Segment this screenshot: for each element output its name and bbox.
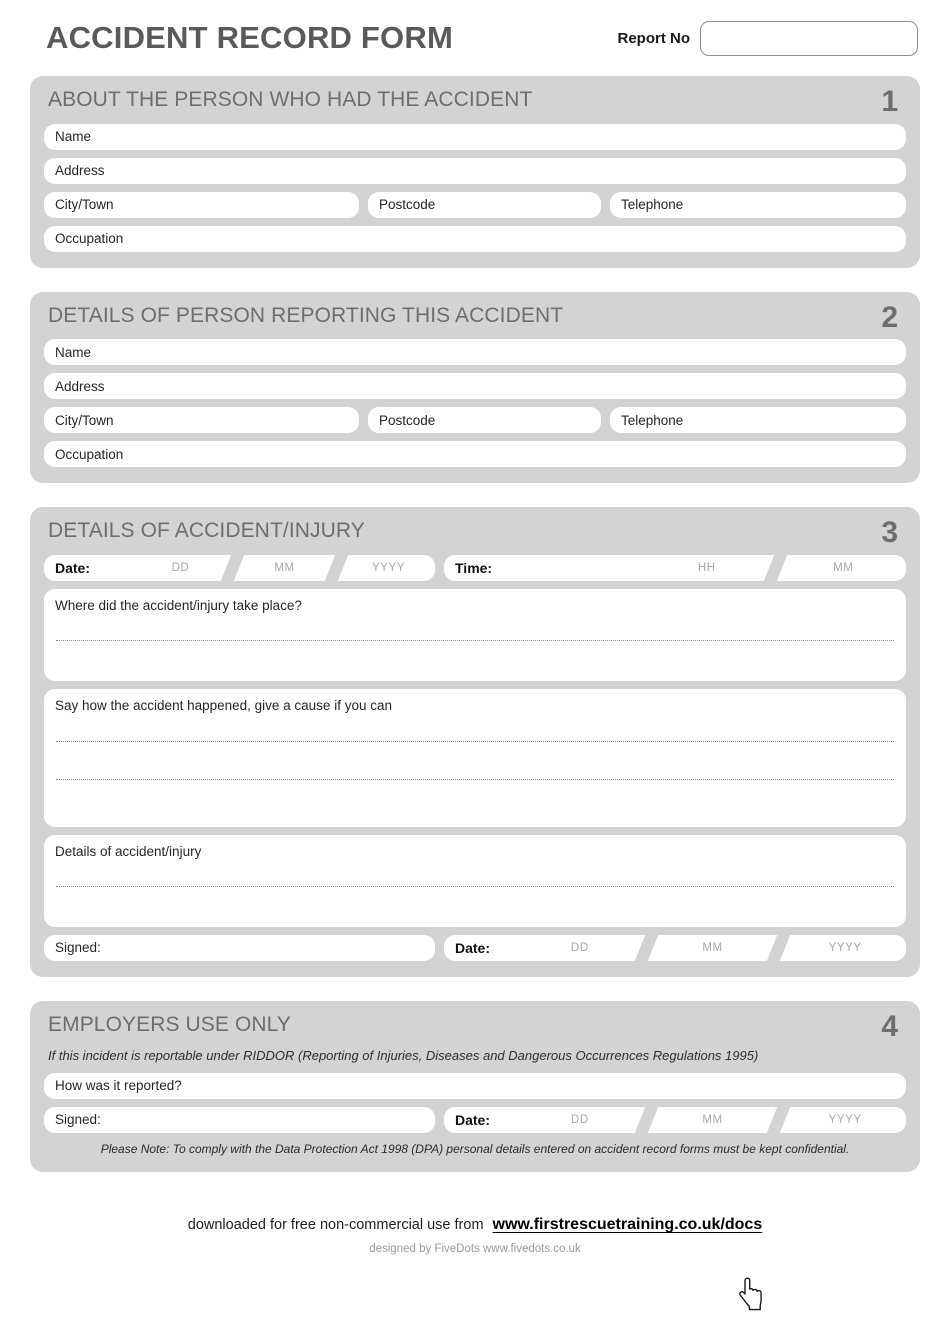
accident-time-hh[interactable]: HH — [644, 555, 770, 581]
field-telephone[interactable]: Telephone — [610, 191, 906, 218]
accident-time-mm[interactable]: MM — [781, 555, 907, 581]
section-accident-details: DETAILS OF ACCIDENT/INJURY 3 Date: DD MM… — [30, 507, 920, 977]
report-no-label: Report No — [617, 29, 691, 47]
section-3-header: DETAILS OF ACCIDENT/INJURY 3 — [44, 517, 906, 555]
accident-date-group[interactable]: Date: DD MM YYYY — [44, 554, 435, 581]
how-happened-label: Say how the accident happened, give a ca… — [55, 697, 392, 713]
report-no-input[interactable] — [700, 20, 918, 56]
section-person-reporting: DETAILS OF PERSON REPORTING THIS ACCIDEN… — [30, 291, 920, 484]
footer-download-line: downloaded for free non-commercial use f… — [188, 1216, 762, 1234]
field-address[interactable]: Address — [44, 157, 906, 184]
row-city-postcode-telephone: City/Town Postcode Telephone — [44, 407, 906, 434]
injury-details-label: Details of accident/injury — [55, 843, 202, 859]
section-1-title: ABOUT THE PERSON WHO HAD THE ACCIDENT — [48, 88, 533, 111]
section-2-title: DETAILS OF PERSON REPORTING THIS ACCIDEN… — [48, 303, 564, 327]
accident-date-yyyy[interactable]: YYYY — [342, 555, 435, 581]
row-name: Name — [44, 123, 906, 150]
signed-date-group[interactable]: Date: DD MM YYYY — [444, 934, 906, 961]
writing-line — [56, 885, 894, 887]
row-employer-signed-date: Signed: Date: DD MM YYYY — [44, 1106, 906, 1133]
field-signed[interactable]: Signed: — [44, 934, 435, 961]
section-2-number: 2 — [881, 300, 898, 334]
accident-date-dd[interactable]: DD — [134, 555, 227, 581]
footer-download-text: downloaded for free non-commercial use f… — [187, 1217, 484, 1234]
injury-details-box[interactable]: Details of accident/injury — [44, 834, 906, 927]
accident-date-label: Date: — [55, 559, 91, 576]
employer-signed-date-yyyy[interactable]: YYYY — [784, 1107, 906, 1133]
section-1-number: 1 — [881, 85, 898, 118]
employer-signed-date-label: Date: — [455, 1111, 491, 1128]
field-city-town[interactable]: City/Town — [44, 191, 359, 218]
field-reporter-name[interactable]: Name — [44, 339, 906, 366]
section-4-header: EMPLOYERS USE ONLY 4 — [44, 1011, 906, 1049]
row-address: Address — [44, 157, 906, 184]
riddor-subtitle: If this incident is reportable under RID… — [48, 1048, 759, 1064]
field-reporter-occupation[interactable]: Occupation — [44, 441, 906, 468]
field-name[interactable]: Name — [44, 123, 906, 150]
section-about-person: ABOUT THE PERSON WHO HAD THE ACCIDENT 1 … — [30, 76, 920, 268]
row-city-postcode-telephone: City/Town Postcode Telephone — [44, 191, 906, 218]
employer-signed-date-mm[interactable]: MM — [652, 1107, 774, 1133]
row-name: Name — [44, 339, 906, 366]
signed-date-mm[interactable]: MM — [652, 935, 774, 961]
section-4-number: 4 — [881, 1009, 898, 1043]
section-4-title: EMPLOYERS USE ONLY — [48, 1012, 291, 1036]
row-signed-date: Signed: Date: DD MM YYYY — [44, 934, 906, 961]
signed-date-label: Date: — [455, 939, 491, 956]
section-1-header: ABOUT THE PERSON WHO HAD THE ACCIDENT 1 — [44, 86, 906, 124]
section-3-number: 3 — [881, 516, 898, 550]
field-reporter-telephone[interactable]: Telephone — [610, 407, 906, 434]
section-employers-use-only: EMPLOYERS USE ONLY 4 If this incident is… — [30, 1000, 920, 1173]
data-protection-note: Please Note: To comply with the Data Pro… — [100, 1141, 850, 1156]
field-postcode[interactable]: Postcode — [368, 191, 601, 218]
signed-date-yyyy[interactable]: YYYY — [784, 935, 906, 961]
field-reporter-address[interactable]: Address — [44, 373, 906, 400]
field-reporter-postcode[interactable]: Postcode — [368, 407, 601, 434]
signed-date-dd[interactable]: DD — [519, 935, 641, 961]
section-3-title: DETAILS OF ACCIDENT/INJURY — [48, 519, 365, 543]
writing-line — [56, 740, 894, 742]
row-occupation: Occupation — [44, 225, 906, 252]
footer-url-link[interactable]: www.firstrescuetraining.co.uk/docs — [493, 1216, 763, 1234]
row-address: Address — [44, 373, 906, 400]
writing-line — [56, 778, 894, 780]
form-page: ACCIDENT RECORD FORM Report No ABOUT THE… — [0, 0, 950, 1255]
accident-time-label: Time: — [455, 559, 493, 576]
title-row: ACCIDENT RECORD FORM Report No — [30, 0, 920, 76]
field-how-was-it-reported[interactable]: How was it reported? — [44, 1072, 906, 1099]
accident-date-mm[interactable]: MM — [238, 555, 331, 581]
row-date-time: Date: DD MM YYYY Time: HH MM — [44, 554, 907, 581]
row-occupation: Occupation — [44, 441, 906, 468]
footer: downloaded for free non-commercial use f… — [30, 1196, 920, 1255]
employer-signed-date-group[interactable]: Date: DD MM YYYY — [444, 1106, 906, 1133]
pointing-hand-cursor-icon — [739, 1277, 762, 1311]
field-reporter-city-town[interactable]: City/Town — [44, 407, 359, 434]
where-took-place-box[interactable]: Where did the accident/injury take place… — [44, 588, 906, 681]
field-occupation[interactable]: Occupation — [44, 225, 906, 252]
accident-time-group[interactable]: Time: HH MM — [444, 554, 907, 581]
employer-signed-date-dd[interactable]: DD — [519, 1107, 641, 1133]
report-no-group: Report No — [617, 20, 918, 56]
field-employer-signed[interactable]: Signed: — [44, 1106, 435, 1133]
page-title: ACCIDENT RECORD FORM — [46, 20, 453, 55]
where-took-place-label: Where did the accident/injury take place… — [55, 597, 302, 613]
writing-line — [56, 639, 894, 641]
section-2-header: DETAILS OF PERSON REPORTING THIS ACCIDEN… — [44, 302, 906, 340]
footer-designed-by: designed by FiveDots www.fivedots.co.uk — [369, 1243, 581, 1256]
how-happened-box[interactable]: Say how the accident happened, give a ca… — [44, 688, 906, 827]
row-how-reported: How was it reported? — [44, 1072, 906, 1099]
